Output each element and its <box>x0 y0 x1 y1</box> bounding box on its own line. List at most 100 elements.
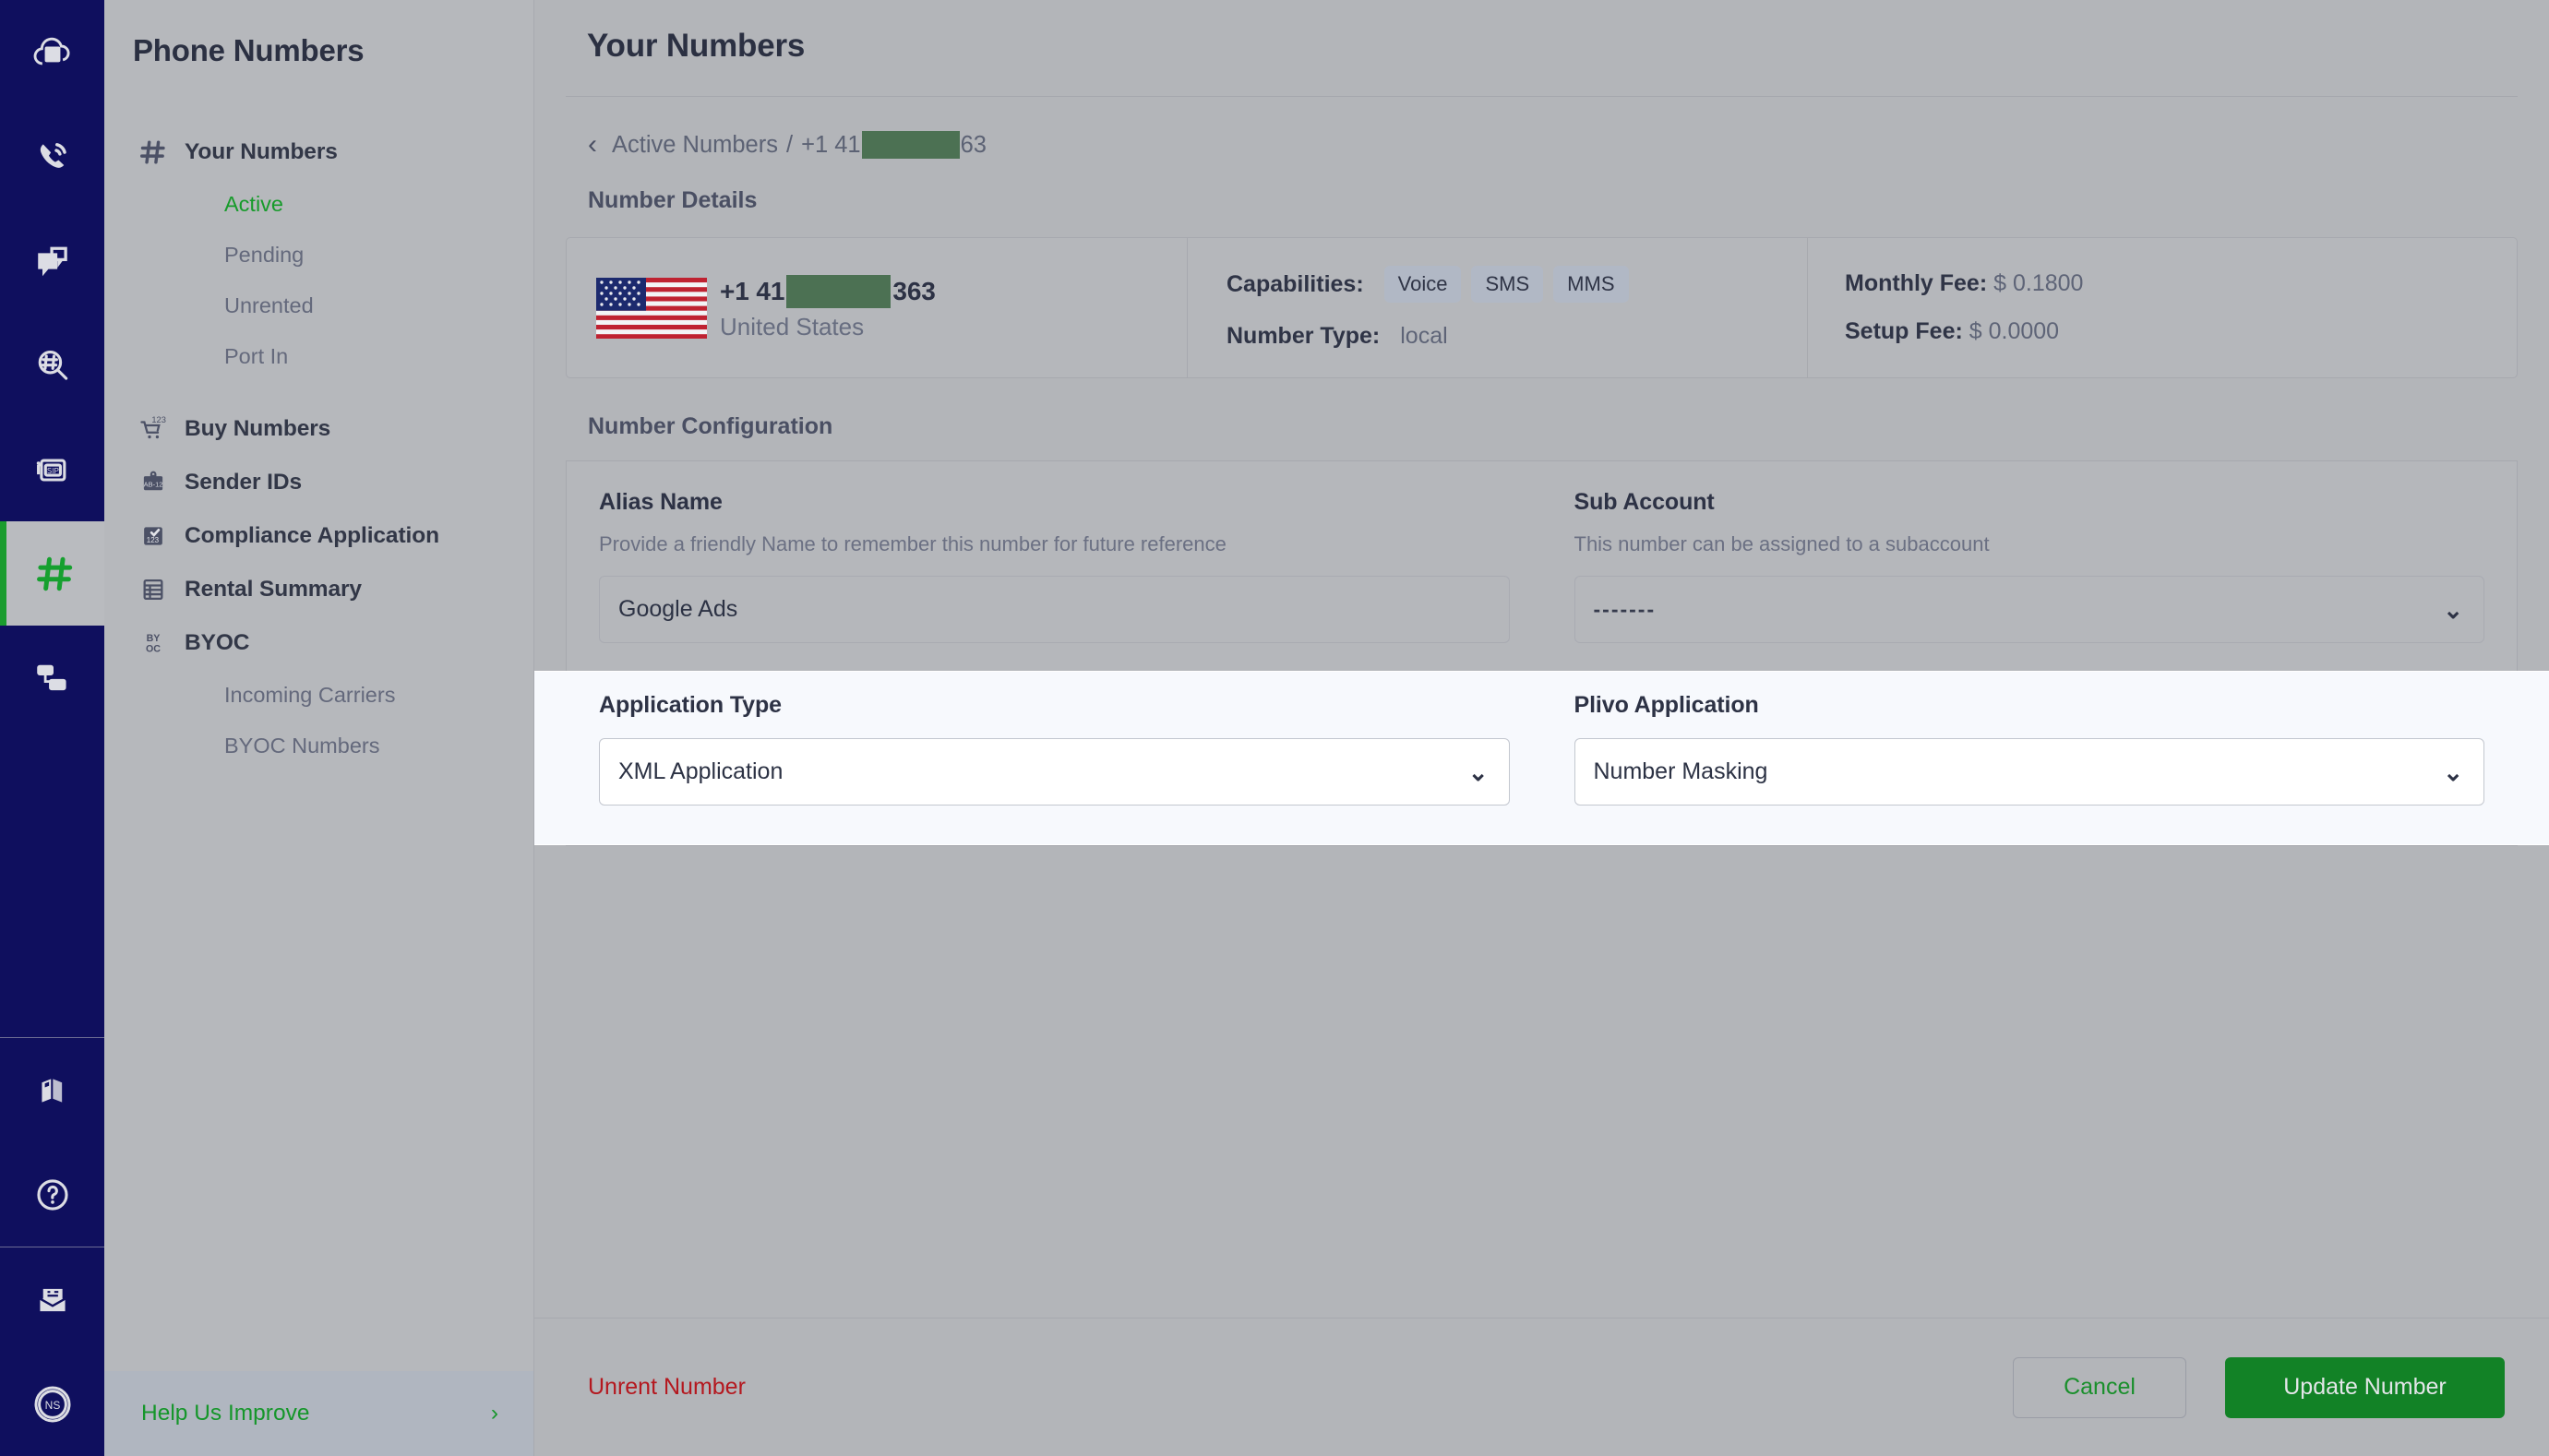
number-details-card: +1 41 363 United States Capabilities: Vo… <box>566 237 2518 378</box>
sidebar-title: Phone Numbers <box>133 33 365 67</box>
rail-item-voice[interactable] <box>0 104 104 209</box>
sidebar-item-your-numbers[interactable]: Your Numbers <box>104 125 533 179</box>
sidebar-sublabel: Active <box>224 192 283 216</box>
number-row: +1 41 363 United States <box>596 274 1187 341</box>
sidebar-item-byoc-numbers[interactable]: BYOC Numbers <box>104 721 533 771</box>
number-type-row: Number Type: local <box>1227 323 1807 350</box>
phone-numbers-sidebar: Phone Numbers Your Numbers Active Pendin… <box>104 0 534 1456</box>
application-type-label: Application Type <box>599 692 782 718</box>
sidebar-nav: Your Numbers Active Pending Unrented Por… <box>104 125 533 792</box>
capabilities-row: Capabilities: Voice SMS MMS <box>1227 266 1807 303</box>
rail-item-docs[interactable] <box>0 1038 104 1142</box>
rail-item-billing[interactable] <box>0 1247 104 1352</box>
sidebar-item-active[interactable]: Active <box>104 179 533 230</box>
account-avatar: NS <box>30 1382 75 1426</box>
monthly-fee-label: Monthly Fee: <box>1845 270 1988 296</box>
setup-fee-row: Setup Fee: $ 0.0000 <box>1845 318 2517 345</box>
rail-item-account[interactable]: NS <box>0 1352 104 1456</box>
rail-item-sip[interactable]: SIP <box>0 417 104 521</box>
breadcrumb[interactable]: ‹ Active Numbers / +1 41 63 <box>534 97 2549 159</box>
svg-text:123: 123 <box>151 415 166 424</box>
number-type-label: Number Type: <box>1227 323 1381 349</box>
alias-label: Alias Name <box>599 489 723 515</box>
phone-number-prefix: +1 41 <box>720 276 785 305</box>
alias-field: Alias Name Provide a friendly Name to re… <box>567 489 1542 643</box>
number-lookup-icon <box>32 345 73 386</box>
breadcrumb-parent[interactable]: Active Numbers <box>612 132 778 159</box>
sidebar-label: Compliance Application <box>185 523 439 548</box>
rail-item-cloud[interactable] <box>0 0 104 104</box>
chevron-right-icon: › <box>490 1400 498 1426</box>
rail-item-lookup[interactable] <box>0 313 104 417</box>
nav-group-your-numbers: Your Numbers Active Pending Unrented Por… <box>104 125 533 382</box>
phone-number-suffix: 363 <box>892 276 936 305</box>
primary-icon-rail: SIP NS <box>0 0 104 1456</box>
plivo-application-label: Plivo Application <box>1574 692 1759 718</box>
plivo-application-field: Plivo Application Number Masking ⌄ <box>1542 692 2518 806</box>
sip-trunking-icon: SIP <box>32 449 73 490</box>
sub-account-select[interactable]: ------- ⌄ <box>1574 576 2484 643</box>
chevron-down-icon: ⌄ <box>1467 758 1489 786</box>
alias-hint: Provide a friendly Name to remember this… <box>599 532 1227 555</box>
sidebar-sublabel: Unrented <box>224 293 314 317</box>
sidebar-item-rental-summary[interactable]: Rental Summary <box>104 563 533 616</box>
plivo-application-select[interactable]: Number Masking ⌄ <box>1574 738 2484 806</box>
app-root: SIP NS Phone Numbers Your Numbers Active… <box>0 0 2549 1456</box>
billing-icon <box>32 1280 73 1320</box>
rail-item-help[interactable] <box>0 1142 104 1247</box>
svg-text:123: 123 <box>147 536 160 544</box>
chevron-left-icon[interactable]: ‹ <box>588 131 597 159</box>
cart-123-icon: 123 <box>138 413 169 445</box>
breadcrumb-separator: / <box>785 131 794 158</box>
rail-top-group: SIP <box>0 0 104 730</box>
svg-text:SIP: SIP <box>46 467 58 475</box>
capability-chip-mms: MMS <box>1553 266 1629 303</box>
breadcrumb-number-prefix: +1 41 <box>801 131 861 158</box>
main-scroll-area: Your Numbers ‹ Active Numbers / +1 41 63… <box>534 0 2549 1318</box>
rail-item-messaging[interactable] <box>0 209 104 313</box>
number-text: +1 41 363 United States <box>720 274 936 341</box>
alias-input[interactable]: Google Ads <box>599 576 1510 643</box>
voice-calls-icon <box>32 137 73 177</box>
sub-account-label: Sub Account <box>1574 489 1715 515</box>
cancel-button[interactable]: Cancel <box>2013 1356 2186 1418</box>
sidebar-sublabel: BYOC Numbers <box>224 734 380 758</box>
sidebar-sublabel: Pending <box>224 243 305 267</box>
sidebar-item-sender-ids[interactable]: AB-12 Sender IDs <box>104 456 533 509</box>
svg-text:OC: OC <box>146 643 161 654</box>
capabilities-label: Capabilities: <box>1227 270 1364 297</box>
rail-item-flows[interactable] <box>0 626 104 730</box>
sidebar-item-compliance-application[interactable]: 123 Compliance Application <box>104 509 533 563</box>
fees-column: Monthly Fee: $ 0.1800 Setup Fee: $ 0.000… <box>1807 238 2517 377</box>
application-type-select[interactable]: XML Application ⌄ <box>599 738 1510 806</box>
alias-value: Google Ads <box>618 596 738 622</box>
sidebar-item-pending[interactable]: Pending <box>104 230 533 280</box>
nav-group-byoc: BY OC BYOC Incoming Carriers BYOC Number… <box>104 616 533 771</box>
svg-text:BY: BY <box>147 633 161 644</box>
action-footer: Unrent Number Cancel Update Number <box>534 1318 2549 1456</box>
sub-account-value: ------- <box>1593 597 1657 621</box>
setup-fee-label: Setup Fee: <box>1845 318 1963 344</box>
sidebar-item-port-in[interactable]: Port In <box>104 331 533 382</box>
rail-item-phone-numbers[interactable] <box>0 521 104 626</box>
sidebar-label: Your Numbers <box>185 139 338 164</box>
sidebar-item-byoc[interactable]: BY OC BYOC <box>104 616 533 670</box>
docs-icon <box>33 1071 72 1110</box>
footer-actions: Cancel Update Number <box>2013 1356 2505 1418</box>
sidebar-label: BYOC <box>185 630 250 655</box>
sidebar-item-incoming-carriers[interactable]: Incoming Carriers <box>104 670 533 721</box>
update-number-button[interactable]: Update Number <box>2225 1356 2505 1418</box>
help-us-improve-label: Help Us Improve <box>141 1401 310 1426</box>
unrent-number-link[interactable]: Unrent Number <box>588 1374 746 1401</box>
sub-account-hint: This number can be assigned to a subacco… <box>1574 532 1990 555</box>
country-label: United States <box>720 312 865 340</box>
sidebar-item-unrented[interactable]: Unrented <box>104 280 533 331</box>
phone-number-redaction <box>786 274 892 308</box>
config-row-application: Application Type XML Application ⌄ Plivo… <box>534 671 2549 845</box>
sidebar-item-buy-numbers[interactable]: 123 Buy Numbers <box>104 402 533 456</box>
number-configuration-box: Alias Name Provide a friendly Name to re… <box>534 460 2549 846</box>
breadcrumb-redaction <box>861 131 960 159</box>
setup-fee-value: $ 0.0000 <box>1969 318 2060 344</box>
help-us-improve-bar[interactable]: Help Us Improve › <box>104 1371 533 1456</box>
cloud-keypad-icon <box>31 31 74 74</box>
